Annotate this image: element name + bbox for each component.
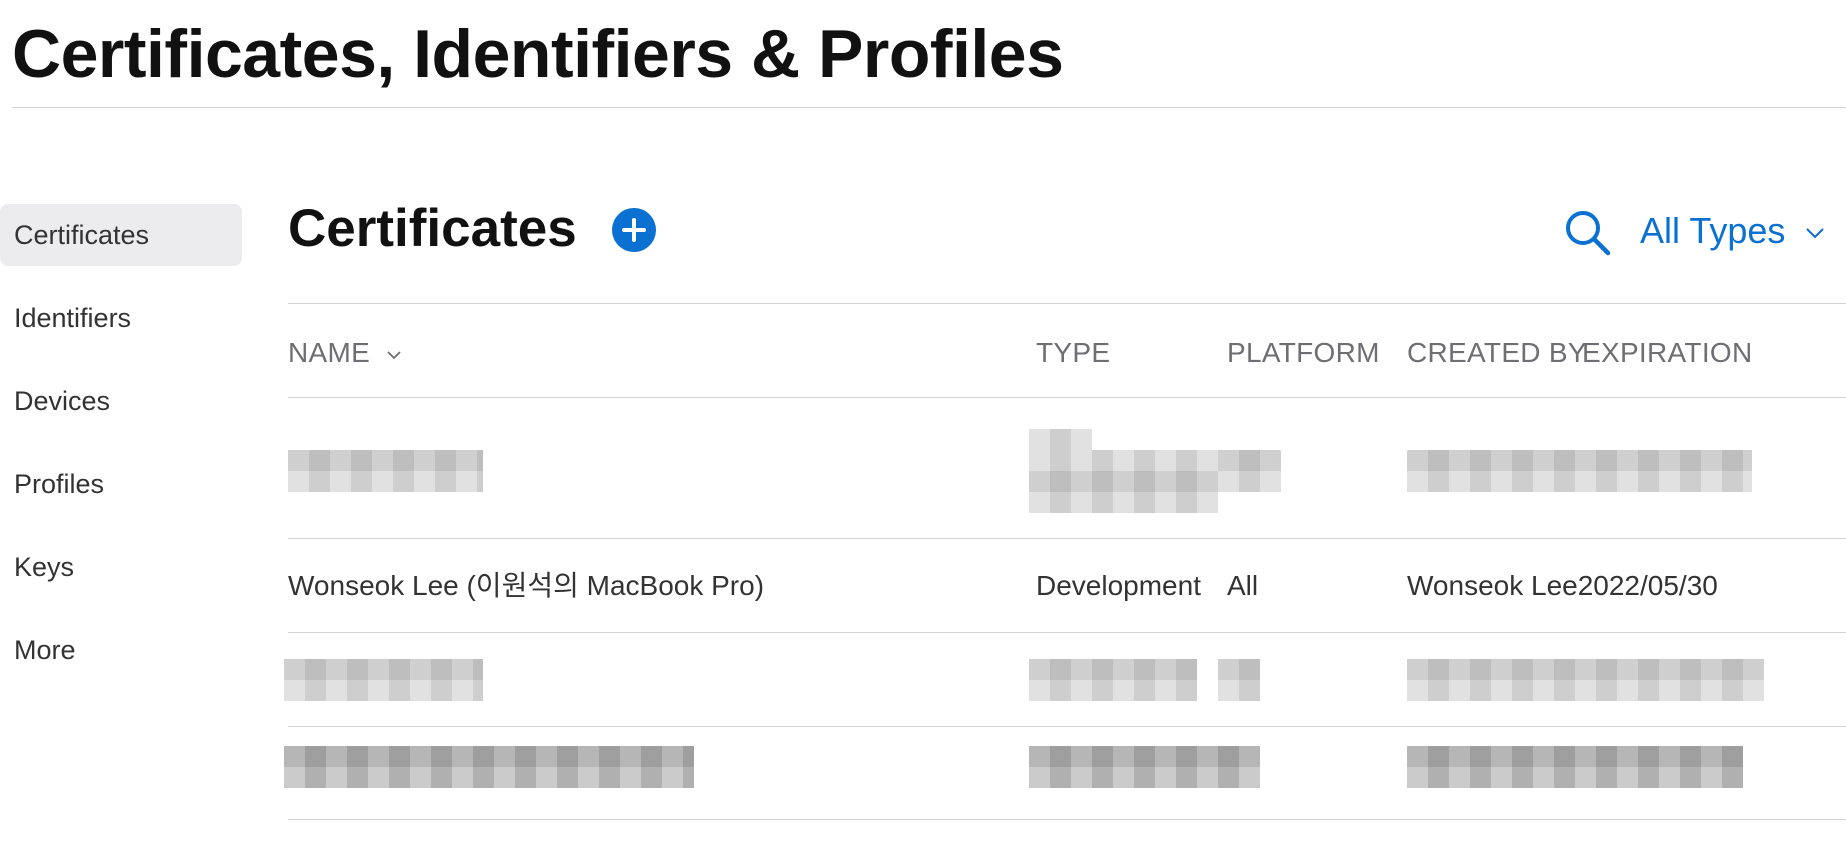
sidebar-item-profiles[interactable]: Profiles (0, 453, 242, 515)
type-filter-label: All Types (1640, 210, 1786, 251)
title-divider (12, 107, 1846, 108)
sidebar-item-keys[interactable]: Keys (0, 536, 242, 598)
cell-platform: All (1227, 570, 1259, 601)
redacted-created-expiration (1407, 659, 1764, 701)
created-by-value: Wonseok Lee (1407, 570, 1578, 601)
column-header-name-label: NAME (288, 337, 371, 368)
row-divider (288, 819, 1846, 820)
sidebar-item-more[interactable]: More (0, 619, 242, 681)
cell-name: Wonseok Lee (이원석의 MacBook Pro) (288, 570, 765, 601)
sort-chevron-icon (387, 350, 401, 359)
page-title: Certificates, Identifiers & Profiles (12, 16, 1064, 92)
redacted-type-platform (1029, 746, 1260, 788)
column-header-expiration[interactable]: EXPIRATION (1582, 336, 1753, 370)
redacted-platform (1218, 659, 1260, 701)
cell-type: Development (1036, 570, 1201, 601)
plus-circle-icon (622, 218, 646, 242)
sidebar-item-devices[interactable]: Devices (0, 370, 242, 432)
sidebar-item-certificates[interactable]: Certificates (0, 204, 242, 266)
redacted-name (288, 450, 483, 492)
header-divider (288, 397, 1846, 398)
expiration-value: 2022/05/30 (1577, 570, 1718, 601)
cell-created-by: Wonseok Lee2022/05/30 (1407, 569, 1718, 603)
search-button[interactable] (1563, 208, 1613, 258)
column-header-created-by[interactable]: CREATED BY (1407, 336, 1587, 370)
section-title: Certificates (288, 199, 577, 258)
add-certificate-button[interactable] (612, 208, 656, 252)
sidebar: Certificates Identifiers Devices Profile… (0, 204, 242, 702)
search-icon (1566, 211, 1611, 256)
type-filter-dropdown[interactable]: All Types (1640, 206, 1825, 256)
redacted-created-expiration (1407, 450, 1752, 492)
table-top-divider (288, 303, 1846, 304)
chevron-down-icon (1806, 228, 1825, 239)
row-divider (288, 632, 1846, 633)
row-divider (288, 538, 1846, 539)
column-header-type[interactable]: TYPE (1036, 336, 1110, 370)
column-header-name[interactable]: NAME (288, 336, 402, 370)
redacted-name (284, 746, 694, 788)
redacted-type (1029, 450, 1218, 513)
redacted-type (1029, 659, 1197, 701)
redacted-name (284, 659, 483, 701)
redacted-type (1029, 429, 1092, 450)
redacted-created-expiration (1407, 746, 1743, 788)
row-divider (288, 726, 1846, 727)
column-header-platform[interactable]: PLATFORM (1227, 336, 1380, 370)
sidebar-item-identifiers[interactable]: Identifiers (0, 287, 242, 349)
redacted-platform (1218, 450, 1281, 492)
